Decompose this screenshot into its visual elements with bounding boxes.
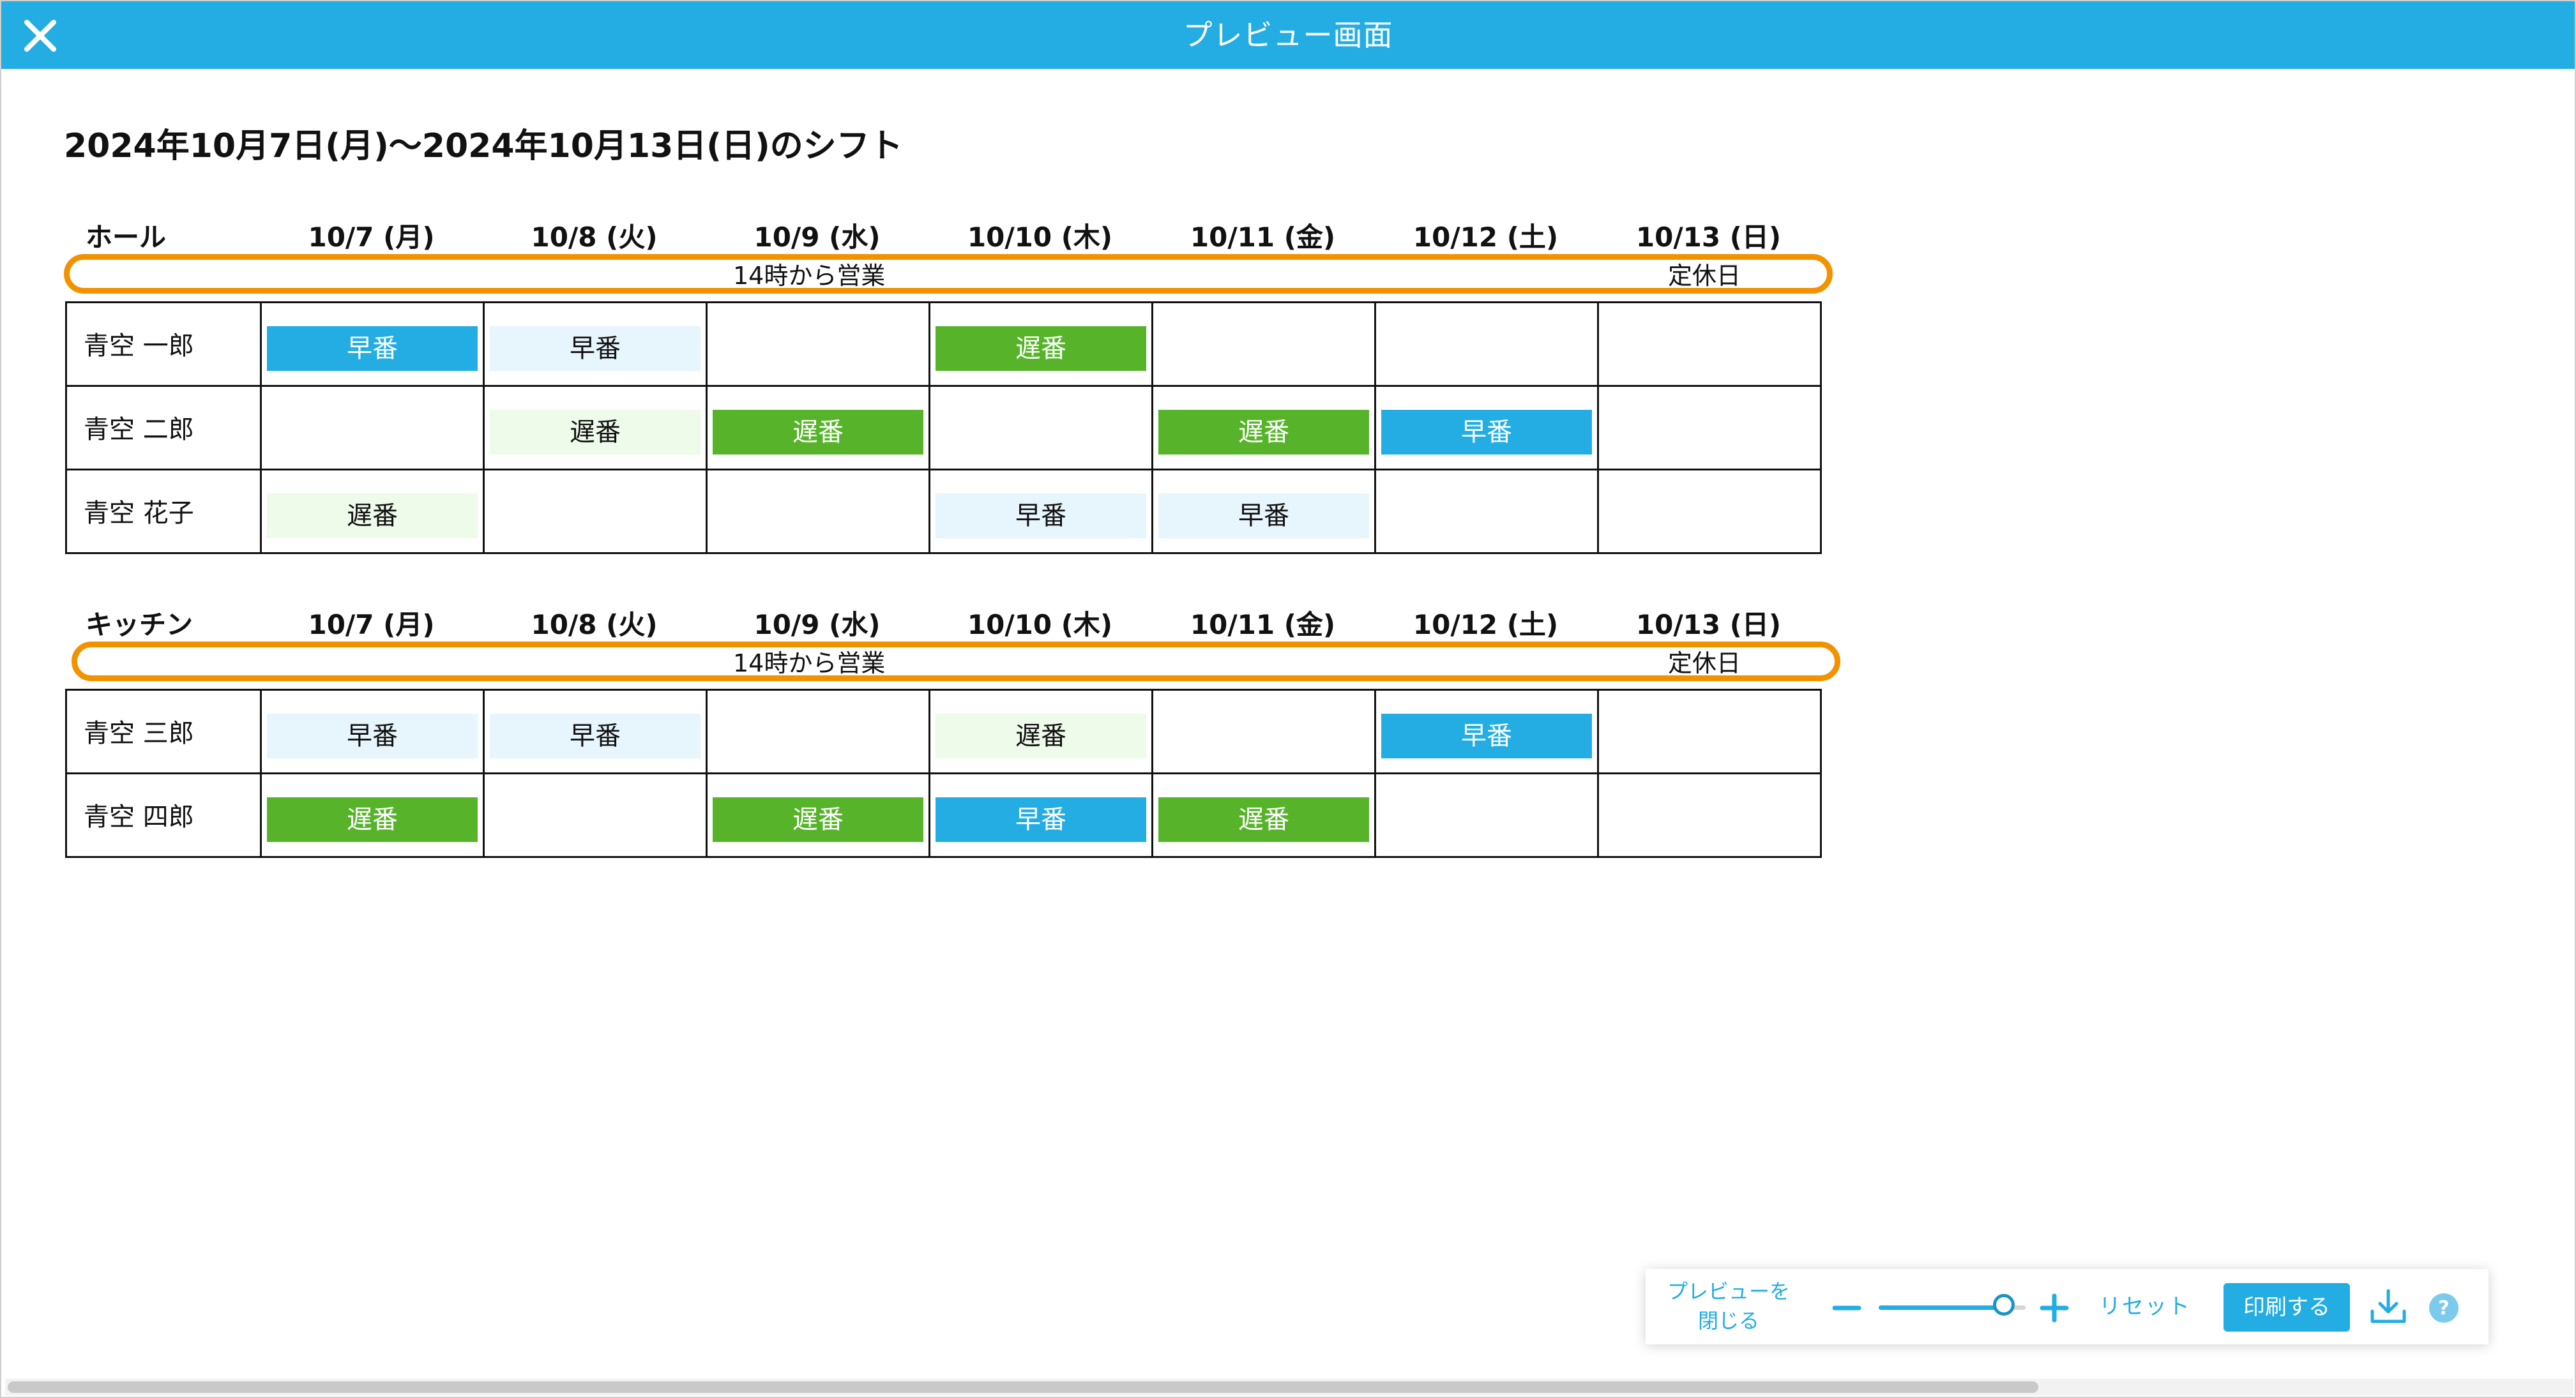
- shift-cell: [1151, 689, 1376, 774]
- shift-chip: 遅番: [1158, 410, 1369, 455]
- business-note: 14時から営業: [733, 262, 886, 290]
- shift-cell: [483, 772, 708, 858]
- shift-table: 青空 一郎 早番 早番 遅番 青空 二郎 遅番 遅番 遅番 早番 青空 花子 遅番 早番 早番: [65, 301, 1822, 554]
- note-highlight-outline: [72, 642, 1840, 681]
- staff-row: 青空 一郎 早番 早番 遅番: [65, 301, 1822, 387]
- shift-cell: [928, 385, 1153, 470]
- shift-chip: 早番: [490, 326, 701, 371]
- staff-name: 青空 花子: [65, 469, 262, 554]
- shift-section-hall: ホール 10/7 (月) 10/8 (火) 10/9 (水) 10/10 (木)…: [64, 220, 1833, 554]
- shift-cell: [260, 385, 485, 470]
- shift-cell: [1597, 301, 1822, 387]
- shift-cell: [1597, 469, 1822, 554]
- shift-cell: [706, 301, 930, 387]
- shift-cell: 遅番: [260, 469, 485, 554]
- shift-chip: 早番: [936, 797, 1146, 842]
- preview-content: 2024年10月7日(月)〜2024年10月13日(日)のシフト ホール 10/…: [1, 69, 2575, 1371]
- staff-row: 青空 二郎 遅番 遅番 遅番 早番: [65, 385, 1822, 470]
- preview-window: プレビュー画面 2024年10月7日(月)〜2024年10月13日(日)のシフト…: [0, 0, 2576, 1398]
- shift-cell: [1374, 772, 1599, 858]
- shift-cell: 早番: [260, 689, 485, 774]
- shift-cell: 早番: [1374, 385, 1599, 470]
- holiday-note: 定休日: [1668, 649, 1741, 677]
- shift-cell: 遅番: [928, 689, 1153, 774]
- svg-text:?: ?: [2438, 1297, 2449, 1319]
- shift-cell: 早番: [928, 469, 1153, 554]
- shift-cell: 早番: [1374, 689, 1599, 774]
- title-bar: プレビュー画面: [1, 1, 2575, 69]
- staff-row: 青空 四郎 遅番 遅番 早番 遅番: [65, 772, 1822, 858]
- zoom-slider-thumb[interactable]: [1992, 1294, 2015, 1316]
- zoom-in-button[interactable]: [2038, 1292, 2070, 1324]
- staff-name: 青空 四郎: [65, 772, 262, 858]
- shift-chip: 早番: [267, 326, 478, 371]
- minus-icon: [1832, 1305, 1861, 1311]
- shift-cell: 遅番: [1151, 385, 1376, 470]
- shift-cell: 遅番: [483, 385, 708, 470]
- shift-chip: 早番: [1158, 493, 1369, 538]
- shift-chip: 遅番: [267, 797, 478, 842]
- shift-cell: 遅番: [260, 772, 485, 858]
- shift-cell: [1374, 469, 1599, 554]
- shift-chip: 遅番: [267, 493, 478, 538]
- note-highlight-outline: [64, 254, 1833, 294]
- page-title: 2024年10月7日(月)〜2024年10月13日(日)のシフト: [64, 127, 903, 165]
- shift-chip: 早番: [267, 714, 478, 758]
- print-button[interactable]: 印刷する: [2224, 1283, 2350, 1332]
- shift-cell: 早番: [260, 301, 485, 387]
- shift-chip: 早番: [1381, 714, 1592, 758]
- reset-button[interactable]: リセット: [2099, 1291, 2191, 1323]
- horizontal-scrollbar-thumb[interactable]: [8, 1381, 2038, 1393]
- note-row: 14時から営業 定休日: [65, 638, 1840, 689]
- shift-chip: 遅番: [1158, 797, 1369, 842]
- zoom-slider[interactable]: [1879, 1291, 2026, 1323]
- shift-cell: 遅番: [706, 385, 930, 470]
- staff-row: 青空 三郎 早番 早番 遅番 早番: [65, 689, 1822, 774]
- shift-cell: 遅番: [706, 772, 930, 858]
- shift-table: 青空 三郎 早番 早番 遅番 早番 青空 四郎 遅番 遅番 早番 遅番: [65, 689, 1822, 858]
- download-icon: [2370, 1289, 2406, 1323]
- shift-chip: 遅番: [713, 410, 923, 455]
- download-button[interactable]: [2367, 1286, 2409, 1328]
- shift-cell: 早番: [483, 301, 708, 387]
- shift-chip: 早番: [1381, 410, 1592, 455]
- shift-cell: 早番: [928, 772, 1153, 858]
- holiday-note: 定休日: [1668, 262, 1741, 290]
- shift-chip: 遅番: [490, 410, 701, 455]
- business-note: 14時から営業: [733, 649, 886, 677]
- shift-cell: [706, 689, 930, 774]
- shift-cell: 早番: [483, 689, 708, 774]
- help-button[interactable]: ?: [2428, 1292, 2460, 1324]
- window-title: プレビュー画面: [1183, 18, 1393, 52]
- shift-cell: [1597, 385, 1822, 470]
- staff-name: 青空 二郎: [65, 385, 262, 470]
- plus-icon: [2040, 1293, 2069, 1323]
- close-preview-button[interactable]: プレビューを 閉じる: [1665, 1277, 1792, 1335]
- close-preview-label: プレビューを 閉じる: [1667, 1279, 1790, 1333]
- shift-cell: 遅番: [1151, 772, 1376, 858]
- shift-cell: [1151, 301, 1376, 387]
- shift-cell: [706, 469, 930, 554]
- shift-chip: 早番: [936, 493, 1146, 538]
- shift-section-kitchen: キッチン 10/7 (月) 10/8 (火) 10/9 (水) 10/10 (木…: [65, 607, 1840, 858]
- shift-cell: [483, 469, 708, 554]
- help-icon: ?: [2429, 1293, 2459, 1323]
- shift-cell: 遅番: [928, 301, 1153, 387]
- staff-row: 青空 花子 遅番 早番 早番: [65, 469, 1822, 554]
- shift-chip: 早番: [490, 714, 701, 758]
- shift-cell: 早番: [1151, 469, 1376, 554]
- shift-chip: 遅番: [713, 797, 923, 842]
- shift-cell: [1597, 689, 1822, 774]
- shift-cell: [1597, 772, 1822, 858]
- note-row: 14時から営業 定休日: [64, 250, 1833, 301]
- staff-name: 青空 一郎: [65, 301, 262, 387]
- shift-cell: [1374, 301, 1599, 387]
- preview-toolbar: プレビューを 閉じる リセット 印刷する ?: [1646, 1269, 2489, 1344]
- shift-chip: 遅番: [936, 714, 1146, 758]
- zoom-out-button[interactable]: [1831, 1292, 1863, 1324]
- shift-chip: 遅番: [936, 326, 1146, 371]
- horizontal-scrollbar[interactable]: [5, 1379, 2573, 1395]
- staff-name: 青空 三郎: [65, 689, 262, 774]
- zoom-slider-fill: [1879, 1305, 2004, 1310]
